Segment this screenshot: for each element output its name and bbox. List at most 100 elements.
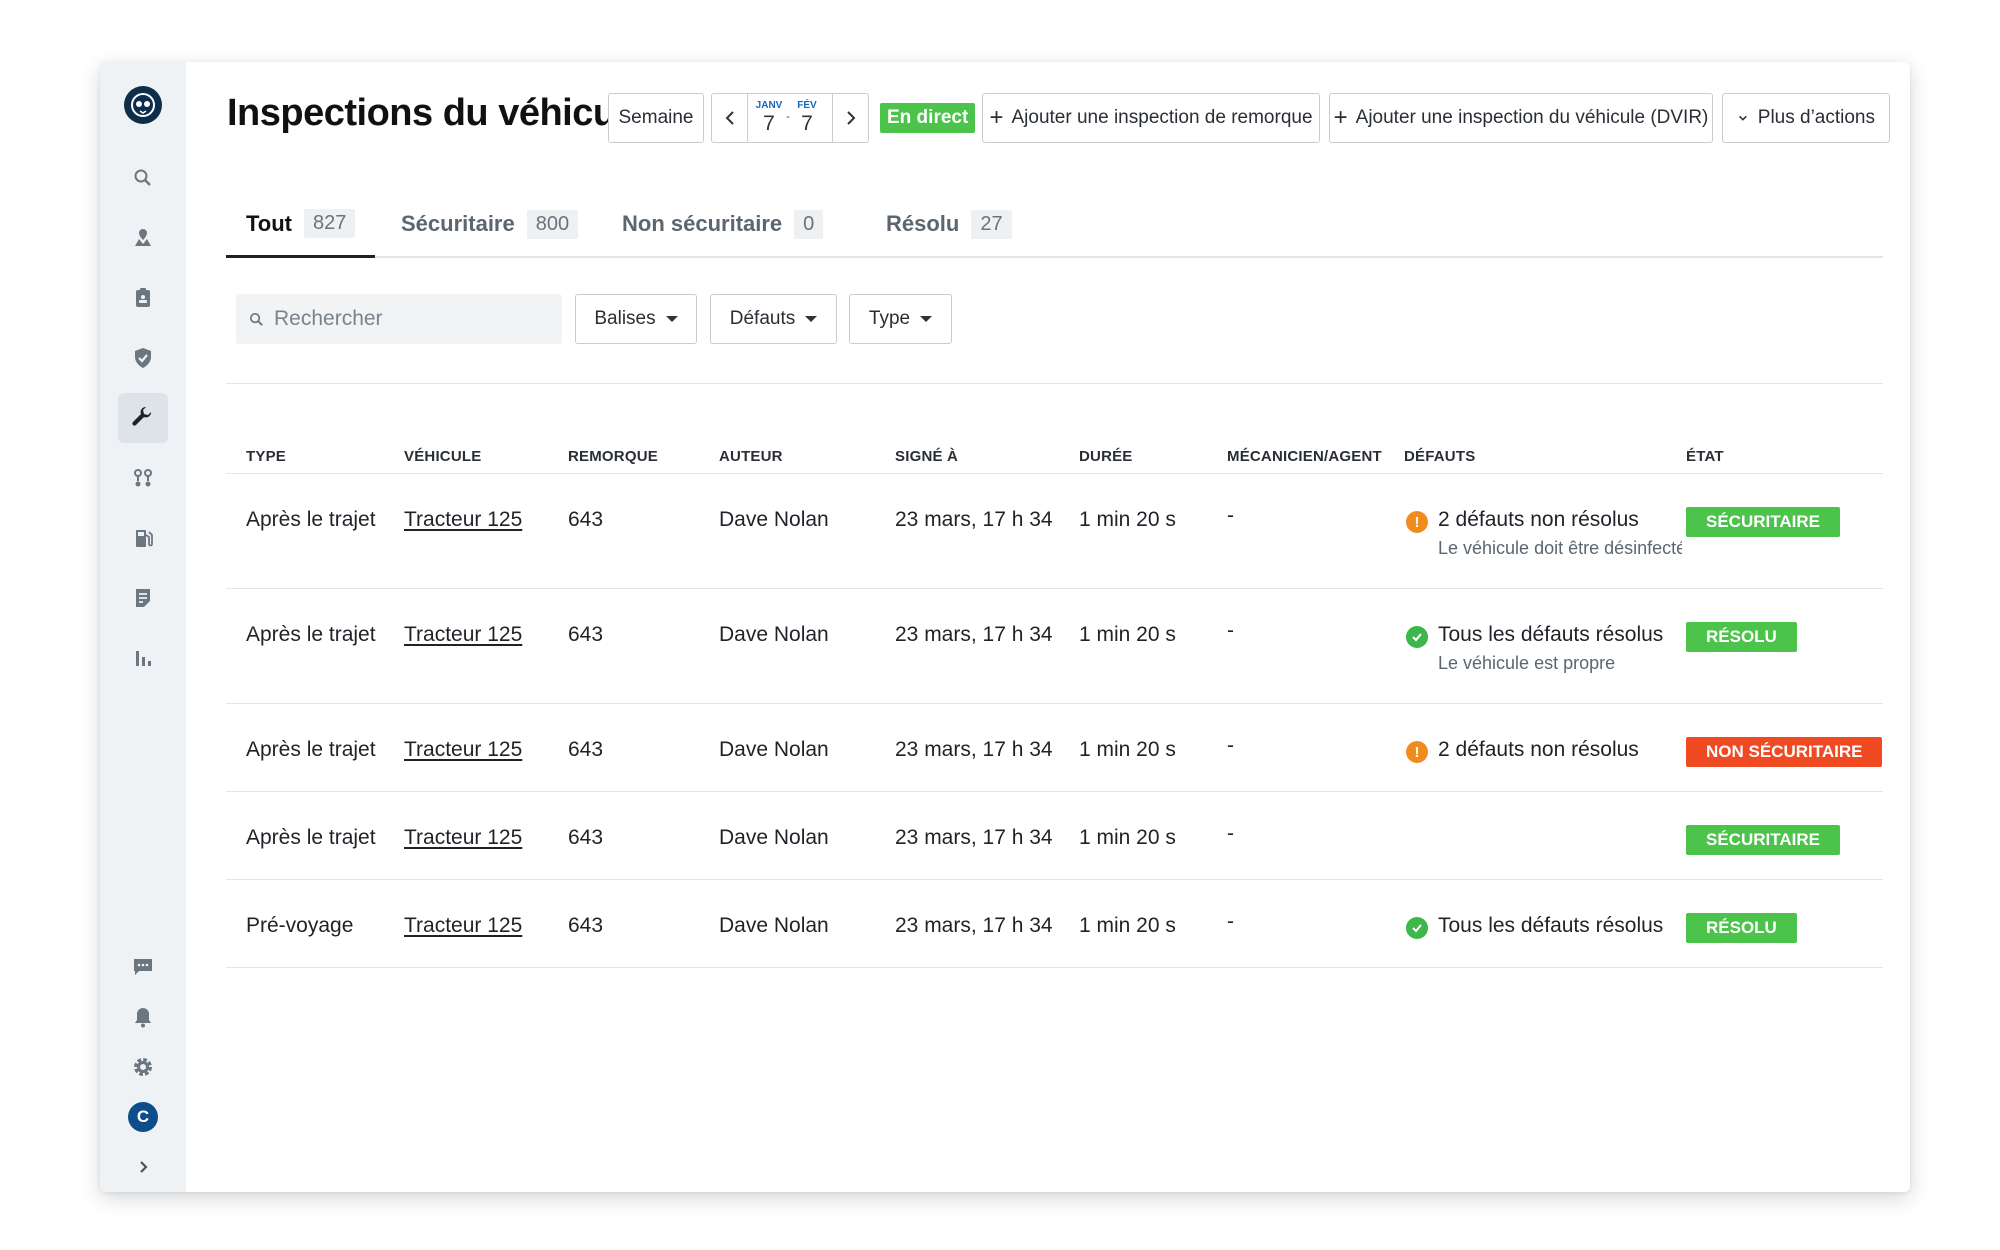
sidebar-search[interactable] [118, 153, 168, 203]
cell-vehicle-link[interactable]: Tracteur 125 [404, 508, 522, 532]
cell-signed-at: 23 mars, 17 h 34 [895, 508, 1053, 531]
column-header-defects[interactable]: DÉFAUTS [1404, 448, 1475, 465]
more-actions-label: Plus d’actions [1757, 107, 1875, 128]
cell-signed-at: 23 mars, 17 h 34 [895, 623, 1053, 646]
tab-label: Tout [246, 210, 293, 236]
date-end-month: FÉV [797, 100, 817, 111]
cell-trailer: 643 [568, 623, 604, 646]
table-row[interactable]: Pré-voyage Tracteur 125 643 Dave Nolan 23 ma… [226, 880, 1883, 968]
defects-filter-label: Défauts [729, 308, 796, 329]
cell-vehicle-link[interactable]: Tracteur 125 [404, 914, 522, 938]
cell-type: Après le trajet [246, 623, 376, 646]
table-row[interactable]: Après le trajet Tracteur 125 643 Dave Nolan… [226, 589, 1883, 704]
table-row[interactable]: Après le trajet Tracteur 125 643 Dave Nolan… [226, 704, 1883, 792]
bar-chart-icon [136, 651, 151, 666]
date-end-day: 7 [801, 112, 813, 135]
clipboard-icon [136, 288, 150, 307]
type-filter-dropdown[interactable]: Type [849, 294, 952, 344]
column-header-mechanic[interactable]: MÉCANICIEN/AGENT [1227, 448, 1382, 465]
sidebar-routes[interactable] [118, 453, 168, 503]
cell-mechanic: - [1227, 619, 1234, 642]
column-header-author[interactable]: AUTEUR [719, 448, 783, 465]
cell-vehicle-link[interactable]: Tracteur 125 [404, 826, 522, 850]
cell-author: Dave Nolan [719, 914, 829, 937]
table-row[interactable]: Après le trajet Tracteur 125 643 Dave Nolan… [226, 792, 1883, 880]
cell-author: Dave Nolan [719, 623, 829, 646]
add-trailer-inspection-label: Ajouter une inspection de remorque [1011, 107, 1313, 128]
next-range-button[interactable] [832, 94, 868, 142]
cell-defect-note: Le véhicule est propre [1438, 653, 1616, 673]
user-avatar[interactable]: C [128, 1102, 158, 1132]
bell-icon [135, 1008, 151, 1028]
page-title: Inspections du véhicule [227, 92, 647, 134]
cell-type: Après le trajet [246, 826, 376, 849]
sidebar-map[interactable] [118, 213, 168, 263]
app-logo[interactable] [124, 86, 162, 124]
add-vehicle-inspection-label: Ajouter une inspection du véhicule (DVIR… [1355, 107, 1709, 128]
sidebar-notifications[interactable] [118, 992, 168, 1042]
tags-filter-dropdown[interactable]: Balises [575, 294, 697, 344]
sidebar-settings[interactable] [118, 1042, 168, 1092]
column-header-status[interactable]: ÉTAT [1686, 448, 1724, 465]
tab-safe[interactable]: Sécuritaire 800 [381, 192, 598, 256]
status-badge: SÉCURITAIRE [1686, 507, 1840, 537]
sidebar-maintenance[interactable] [118, 393, 168, 443]
wrench-icon [132, 406, 152, 426]
cell-vehicle-link[interactable]: Tracteur 125 [404, 623, 522, 647]
cell-trailer: 643 [568, 914, 604, 937]
cell-mechanic: - [1227, 822, 1234, 845]
cell-defect-note: Le véhicule doit être désinfecté [1438, 538, 1682, 558]
tab-all[interactable]: Tout 827 [226, 192, 376, 258]
sidebar-fuel[interactable] [118, 513, 168, 563]
add-trailer-inspection-button[interactable]: + Ajouter une inspection de remorque [982, 93, 1320, 143]
sidebar-documents[interactable] [118, 573, 168, 623]
cell-defects: Tous les défauts résolus [1438, 623, 1664, 646]
status-badge: SÉCURITAIRE [1686, 825, 1840, 855]
main-content: Inspections du véhicule Semaine JANV 7 -… [186, 62, 1910, 1192]
search-icon [249, 312, 263, 326]
sidebar-reports[interactable] [118, 633, 168, 683]
status-badge: RÉSOLU [1686, 913, 1797, 943]
cell-duration: 1 min 20 s [1079, 914, 1176, 937]
sidebar-compliance[interactable] [118, 273, 168, 323]
search-input[interactable]: Rechercher [236, 294, 562, 344]
divider [226, 383, 1883, 384]
table-row[interactable]: Après le trajet Tracteur 125 643 Dave Nolan… [226, 474, 1883, 589]
cell-trailer: 643 [568, 738, 604, 761]
cell-author: Dave Nolan [719, 738, 829, 761]
date-range-picker[interactable]: JANV 7 - FÉV 7 [711, 93, 869, 143]
more-actions-button[interactable]: Plus d’actions [1722, 93, 1890, 143]
sidebar-expand[interactable] [118, 1142, 168, 1192]
live-badge[interactable]: En direct [880, 103, 976, 133]
tab-count: 827 [304, 209, 356, 238]
column-header-signed[interactable]: SIGNÉ À [895, 448, 958, 465]
tab-resolved[interactable]: Résolu 27 [866, 192, 1032, 256]
defects-filter-dropdown[interactable]: Défauts [710, 294, 837, 344]
date-start-day: 7 [763, 112, 775, 135]
search-placeholder: Rechercher [274, 307, 383, 330]
add-vehicle-inspection-button[interactable]: + Ajouter une inspection du véhicule (DV… [1329, 93, 1713, 143]
cell-type: Après le trajet [246, 738, 376, 761]
caret-down-icon [920, 316, 933, 322]
sidebar-safety[interactable] [118, 333, 168, 383]
chevron-right-icon [140, 1161, 148, 1173]
status-badge: NON SÉCURITAIRE [1686, 737, 1883, 767]
column-header-type[interactable]: TYPE [246, 448, 286, 465]
range-select-button[interactable]: Semaine [608, 93, 704, 143]
cell-defects: 2 défauts non résolus [1438, 738, 1639, 761]
plus-icon: + [1333, 104, 1348, 131]
cell-trailer: 643 [568, 826, 604, 849]
status-tabs: Tout 827 Sécuritaire 800 Non sécuritaire… [226, 192, 1883, 258]
cell-vehicle-link[interactable]: Tracteur 125 [404, 738, 522, 762]
cell-defects: 2 défauts non résolus [1438, 508, 1639, 531]
previous-range-button[interactable] [712, 94, 748, 142]
cell-author: Dave Nolan [719, 508, 829, 531]
tab-count: 27 [971, 209, 1012, 239]
column-header-vehicle[interactable]: VÉHICULE [404, 448, 481, 465]
tab-unsafe[interactable]: Non sécuritaire 0 [602, 192, 843, 256]
column-header-trailer[interactable]: REMORQUE [568, 448, 658, 465]
sidebar-messages[interactable] [118, 942, 168, 992]
tab-label: Sécuritaire [401, 211, 515, 236]
column-header-duration[interactable]: DURÉE [1079, 448, 1133, 465]
shield-check-icon [135, 348, 151, 368]
